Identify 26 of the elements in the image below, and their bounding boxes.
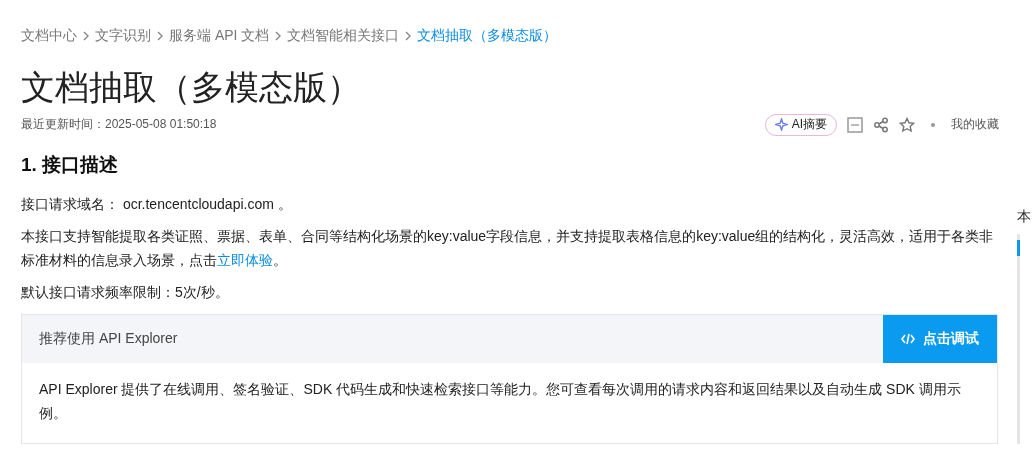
section-heading: 1. 接口描述 [21,152,120,177]
share-icon[interactable] [873,116,889,133]
updated-time: 最近更新时间：2025-05-08 01:50:18 [21,116,217,134]
favorites-link[interactable]: 我的收藏 [951,116,999,134]
rate-limit-text: 默认接口请求频率限制：5次/秒。 [21,282,230,302]
debug-button[interactable]: 点击调试 [883,314,997,363]
breadcrumb-link[interactable]: 服务端 API 文档 [169,27,270,45]
star-icon[interactable] [899,116,915,133]
breadcrumb-link[interactable]: 文字识别 [95,27,151,45]
domain-text: 接口请求域名： ocr.tencentcloudapi.com 。 [21,194,293,214]
separator-dot [931,122,935,127]
sparkle-icon [774,118,788,132]
chevron-icon [155,31,165,41]
breadcrumb-link[interactable]: 文档中心 [21,27,77,45]
page-title: 文档抽取（多模态版） [21,67,362,108]
intro-paragraph: 本接口支持智能提取各类证照、票据、表单、合同等结构化场景的key:value字段信息，并支持提取表格信息的key:value组的结构化，灵活高效，适用于各类非标准材料的信息录入场景，点击立即体验。 [21,226,995,270]
card-title: 推荐使用 API Explorer [38,329,178,348]
ai-summary-button[interactable]: AI摘要 [764,113,837,136]
code-icon [901,332,915,345]
toc-heading: 本 [1017,208,1031,226]
try-now-link[interactable]: 立即体验 [217,251,273,268]
chevron-icon [81,31,91,41]
card-description: API Explorer 提供了在线调用、签名验证、SDK 代码生成和快速检索接口等能力。您可查看每次调用的请求内容和返回结果以及自动生成 SDK 调用示例。 [38,379,962,423]
breadcrumb-link[interactable]: 文档智能相关接口 [287,27,400,45]
breadcrumb-link[interactable]: 文档抽取（多模态版） [417,27,558,45]
toc-indicator [1017,240,1020,256]
